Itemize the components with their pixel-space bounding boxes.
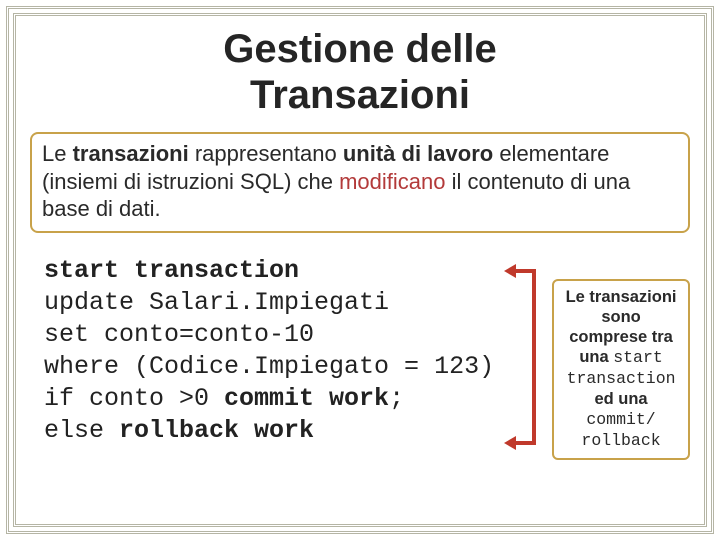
note-seg: ed una bbox=[594, 390, 647, 408]
slide-title: Gestione delle Transazioni bbox=[30, 26, 690, 118]
arrow-head-top-icon bbox=[504, 264, 516, 278]
intro-bold2: unità di lavoro bbox=[343, 141, 493, 166]
code-kw-commit: commit work bbox=[224, 384, 389, 413]
code-line: ; bbox=[389, 384, 404, 413]
note-column: Le transazioni sono comprese tra una sta… bbox=[552, 255, 690, 460]
intro-box: Le transazioni rappresentano unità di la… bbox=[30, 132, 690, 233]
code-line: update Salari.Impiegati bbox=[44, 288, 389, 317]
title-line1: Gestione delle Transazioni bbox=[223, 27, 496, 117]
code-kw-rollback: rollback work bbox=[119, 416, 314, 445]
arrow-top-bar bbox=[514, 269, 536, 273]
intro-seg: Le bbox=[42, 141, 73, 166]
slide-frame: Gestione delle Transazioni Le transazion… bbox=[13, 13, 707, 527]
arrow-bottom-bar bbox=[514, 441, 536, 445]
code-line: if conto >0 bbox=[44, 384, 224, 413]
arrow-stem bbox=[532, 269, 536, 445]
slide-outer-border: Gestione delle Transazioni Le transazion… bbox=[6, 6, 714, 534]
code-kw-start: start transaction bbox=[44, 256, 299, 285]
code-block: start transaction update Salari.Impiegat… bbox=[44, 255, 494, 447]
note-box: Le transazioni sono comprese tra una sta… bbox=[552, 279, 690, 460]
intro-bold1: transazioni bbox=[73, 141, 189, 166]
body-row: start transaction update Salari.Impiegat… bbox=[30, 255, 690, 460]
arrow-column bbox=[504, 255, 542, 447]
code-column: start transaction update Salari.Impiegat… bbox=[44, 255, 494, 447]
code-line: set conto=conto-10 bbox=[44, 320, 314, 349]
intro-text: Le transazioni rappresentano unità di la… bbox=[42, 140, 678, 223]
bracket-arrow-icon bbox=[510, 269, 536, 445]
arrow-head-bottom-icon bbox=[504, 436, 516, 450]
intro-seg: rappresentano bbox=[189, 141, 343, 166]
code-line: else bbox=[44, 416, 119, 445]
note-mono2: commit/ rollback bbox=[581, 410, 660, 450]
code-line: where (Codice.Impiegato = 123) bbox=[44, 352, 494, 381]
intro-highlight: modificano bbox=[339, 169, 445, 194]
